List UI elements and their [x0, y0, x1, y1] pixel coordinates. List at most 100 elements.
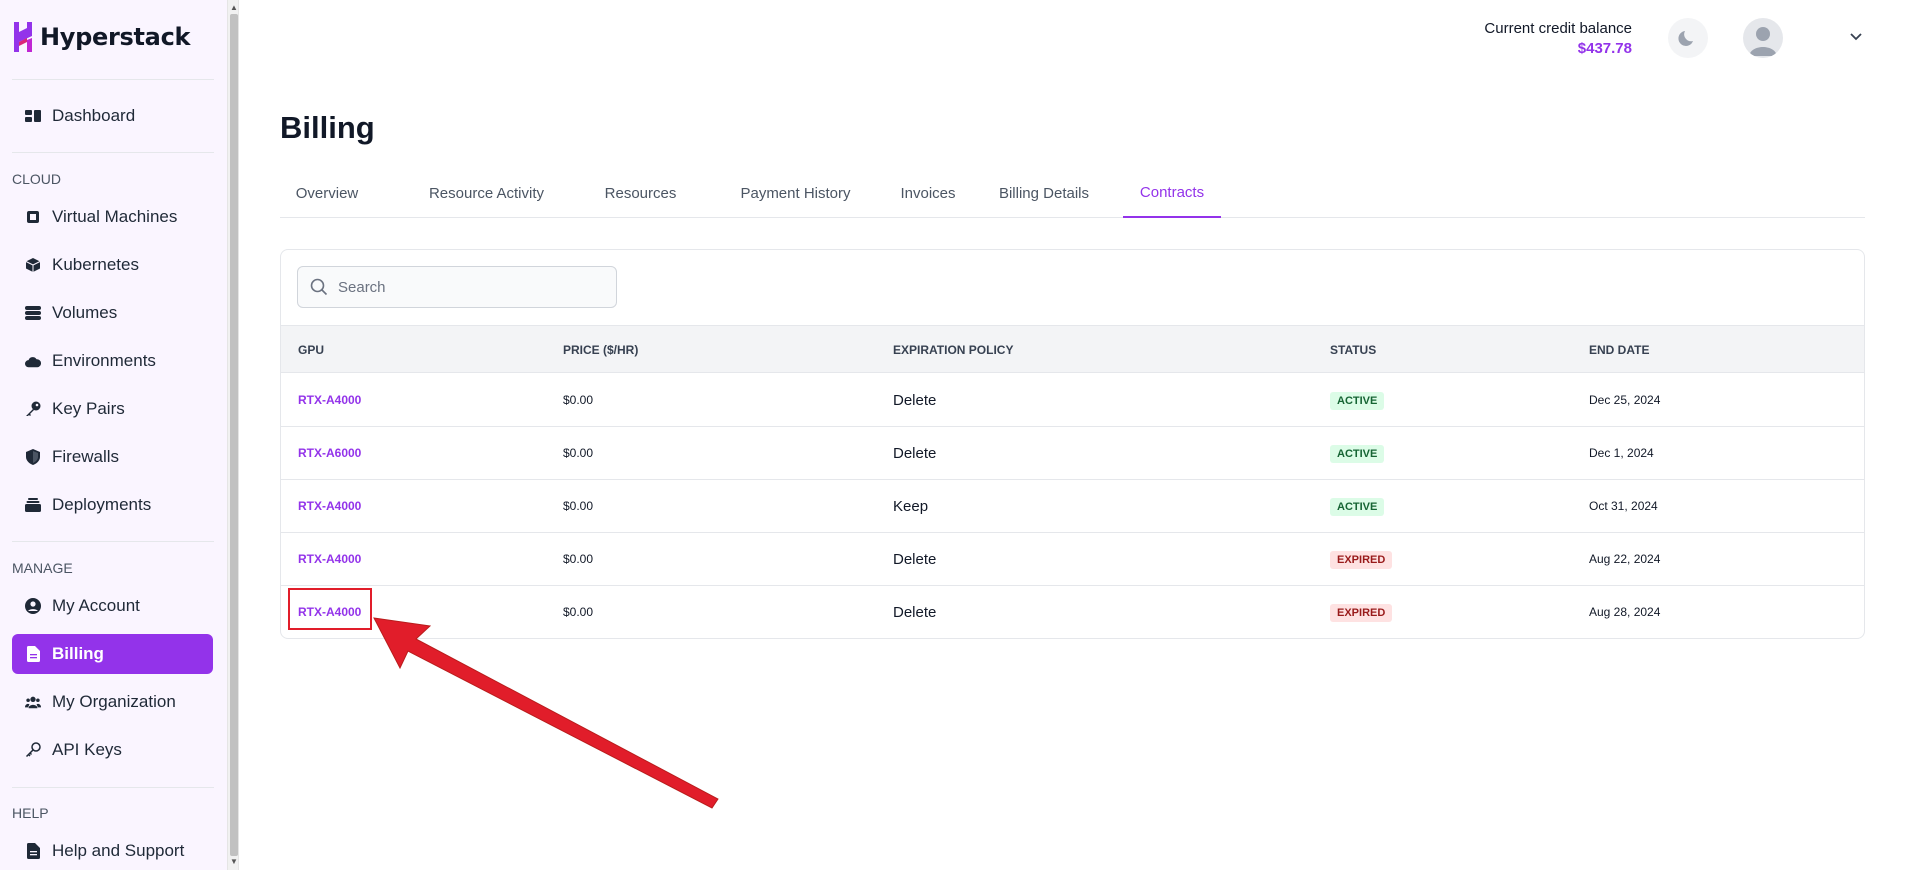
tab-contracts[interactable]: Contracts: [1123, 168, 1221, 218]
status-badge: EXPIRED: [1330, 603, 1393, 622]
scrollbar-thumb[interactable]: [230, 14, 238, 856]
sidebar-item-volumes[interactable]: Volumes: [12, 293, 213, 333]
sidebar-item-label: Firewalls: [52, 447, 120, 466]
sidebar-item-firewalls[interactable]: Firewalls: [12, 437, 213, 477]
key-outline-icon: [25, 742, 41, 758]
end-date-cell: Aug 22, 2024: [1589, 552, 1661, 566]
search-icon: [310, 278, 328, 296]
avatar[interactable]: [1743, 18, 1783, 58]
sidebar-item-virtual-machines[interactable]: Virtual Machines: [12, 197, 213, 237]
file-icon: [25, 843, 41, 859]
sidebar-item-my-account[interactable]: My Account: [12, 586, 213, 626]
status-badge: EXPIRED: [1330, 550, 1393, 569]
sidebar-item-environments[interactable]: Environments: [12, 341, 213, 381]
gpu-link[interactable]: RTX-A6000: [298, 427, 361, 480]
sidebar-item-label: API Keys: [52, 740, 122, 759]
shield-icon: [25, 449, 41, 465]
sidebar-item-api-keys[interactable]: API Keys: [12, 730, 213, 770]
sidebar-item-billing[interactable]: Billing: [12, 634, 213, 674]
end-date-cell: Aug 28, 2024: [1589, 605, 1661, 619]
sidebar: Hyperstack Dashboard CLOUD Virtual Machi…: [0, 0, 227, 870]
sidebar-item-help-and-support[interactable]: Help and Support: [12, 831, 213, 870]
column-header-status[interactable]: STATUS: [1330, 326, 1376, 374]
table-row[interactable]: RTX-A4000 $0.00 Delete EXPIRED Aug 22, 2…: [281, 533, 1864, 586]
status-cell: ACTIVE: [1330, 374, 1385, 427]
gpu-link[interactable]: RTX-A4000: [298, 480, 361, 533]
table-row[interactable]: RTX-A4000 $0.00 Keep ACTIVE Oct 31, 2024: [281, 480, 1864, 533]
policy-cell: Delete: [893, 604, 937, 621]
policy-cell: Delete: [893, 445, 937, 462]
sidebar-item-deployments[interactable]: Deployments: [12, 485, 213, 525]
table-header: GPU PRICE ($/HR) EXPIRATION POLICY STATU…: [281, 325, 1864, 374]
sidebar-divider: [12, 79, 214, 80]
sidebar-divider: [12, 541, 214, 542]
sidebar-item-label: Virtual Machines: [52, 207, 178, 226]
chevron-down-icon[interactable]: [1849, 32, 1863, 42]
tab-resource-activity[interactable]: Resource Activity: [407, 168, 566, 218]
user-circle-icon: [25, 598, 41, 614]
sidebar-item-dashboard[interactable]: Dashboard: [12, 96, 213, 136]
logo[interactable]: Hyperstack: [12, 20, 190, 54]
cloud-icon: [25, 353, 41, 369]
cube-icon: [25, 257, 41, 273]
search-input[interactable]: [338, 278, 598, 296]
hyperstack-logo-icon: [14, 22, 32, 52]
sidebar-item-kubernetes[interactable]: Kubernetes: [12, 245, 213, 285]
user-avatar-icon: [1749, 27, 1777, 56]
column-header-price[interactable]: PRICE ($/HR): [563, 326, 638, 374]
tab-payment-history[interactable]: Payment History: [712, 168, 879, 218]
sidebar-item-label: Environments: [52, 351, 156, 370]
tab-invoices[interactable]: Invoices: [878, 168, 978, 218]
end-date-cell: Dec 1, 2024: [1589, 446, 1654, 460]
sidebar-item-label: Kubernetes: [52, 255, 139, 274]
status-cell: ACTIVE: [1330, 427, 1385, 480]
status-badge: ACTIVE: [1330, 497, 1385, 516]
table-row[interactable]: RTX-A4000 $0.00 Delete ACTIVE Dec 25, 20…: [281, 374, 1864, 427]
moon-icon: [1678, 31, 1693, 46]
table-row[interactable]: RTX-A6000 $0.00 Delete ACTIVE Dec 1, 202…: [281, 427, 1864, 480]
status-cell: EXPIRED: [1330, 533, 1393, 586]
status-badge: ACTIVE: [1330, 444, 1385, 463]
end-date-cell: Dec 25, 2024: [1589, 393, 1661, 407]
theme-toggle-button[interactable]: [1668, 18, 1708, 58]
policy-cell: Delete: [893, 392, 937, 409]
sidebar-item-label: Help and Support: [52, 841, 185, 860]
status-badge: ACTIVE: [1330, 391, 1385, 410]
scroll-up-arrow-icon[interactable]: ▲: [228, 2, 240, 14]
sidebar-divider: [12, 787, 214, 788]
gpu-link[interactable]: RTX-A4000: [298, 374, 361, 427]
contracts-card: GPU PRICE ($/HR) EXPIRATION POLICY STATU…: [280, 249, 1865, 639]
credit-balance-value: $437.78: [1577, 40, 1632, 57]
layers-icon: [25, 497, 41, 513]
file-icon: [25, 646, 41, 662]
sidebar-scrollbar[interactable]: ▲ ▼: [227, 0, 239, 870]
page-title: Billing: [280, 110, 375, 145]
policy-cell: Delete: [893, 551, 937, 568]
tab-overview[interactable]: Overview: [280, 168, 374, 218]
billing-tabs: Overview Resource Activity Resources Pay…: [280, 168, 1865, 218]
section-label-help: HELP: [12, 805, 49, 821]
annotation-arrow-icon: [373, 617, 719, 809]
sidebar-item-label: Billing: [52, 644, 104, 663]
price-cell: $0.00: [563, 393, 594, 407]
status-cell: EXPIRED: [1330, 586, 1393, 638]
section-label-cloud: CLOUD: [12, 171, 62, 187]
sidebar-item-key-pairs[interactable]: Key Pairs: [12, 389, 213, 429]
tab-billing-details[interactable]: Billing Details: [976, 168, 1112, 218]
sidebar-item-my-organization[interactable]: My Organization: [12, 682, 213, 722]
column-header-gpu[interactable]: GPU: [298, 326, 324, 374]
search-box[interactable]: [297, 266, 617, 308]
database-icon: [25, 305, 41, 321]
policy-cell: Keep: [893, 498, 929, 515]
tab-resources[interactable]: Resources: [586, 168, 695, 218]
column-header-expiration-policy[interactable]: EXPIRATION POLICY: [893, 326, 1013, 374]
price-cell: $0.00: [563, 552, 594, 566]
price-cell: $0.00: [563, 446, 594, 460]
column-header-end-date[interactable]: END DATE: [1589, 326, 1649, 374]
scroll-down-arrow-icon[interactable]: ▼: [228, 856, 240, 868]
sidebar-item-label: My Organization: [52, 692, 176, 711]
app-name: Hyperstack: [40, 23, 191, 51]
status-cell: ACTIVE: [1330, 480, 1385, 533]
sidebar-item-label: Volumes: [52, 303, 118, 322]
gpu-link[interactable]: RTX-A4000: [298, 533, 361, 586]
